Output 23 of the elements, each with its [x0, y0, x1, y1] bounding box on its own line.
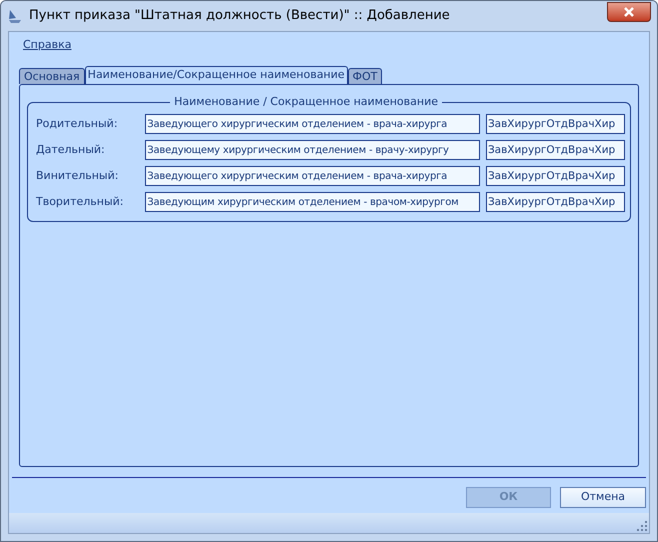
full-name-field[interactable]: Заведующему хирургическим отделением - врачу-хирургу: [145, 140, 480, 160]
short-name-field[interactable]: ЗавХирургОтдВрачХир: [486, 166, 625, 186]
full-name-field[interactable]: Заведующего хирургическим отделением - врача-хирурга: [145, 114, 480, 134]
case-label: Творительный:: [36, 194, 124, 210]
case-label: Винительный:: [36, 168, 120, 184]
case-label: Дательный:: [36, 142, 106, 158]
case-label: Родительный:: [36, 116, 119, 132]
full-name-field[interactable]: Заведующего хирургическим отделением - врача-хирурга: [145, 166, 480, 186]
resize-grip-icon: [637, 521, 647, 531]
short-name-field[interactable]: ЗавХирургОтдВрачХир: [486, 114, 625, 134]
short-name-field[interactable]: ЗавХирургОтдВрачХир: [486, 192, 625, 212]
ship-icon: [7, 8, 23, 24]
full-name-field[interactable]: Заведующим хирургическим отделением - врачом-хирургом: [145, 192, 480, 212]
tab[interactable]: ФОТ: [348, 68, 382, 84]
tab[interactable]: Основная: [19, 68, 85, 84]
close-icon: [623, 7, 635, 17]
cancel-button[interactable]: Отмена: [560, 487, 646, 508]
window-title: Пункт приказа "Штатная должность (Ввести)" :: Добавление: [29, 7, 450, 26]
help-menu[interactable]: Справка: [23, 36, 72, 54]
close-button[interactable]: [607, 2, 651, 22]
tab[interactable]: Наименование/Сокращенное наименование: [84, 66, 348, 84]
short-name-field[interactable]: ЗавХирургОтдВрачХир: [486, 140, 625, 160]
group-title: Наименование / Сокращенное наименование: [170, 95, 442, 109]
